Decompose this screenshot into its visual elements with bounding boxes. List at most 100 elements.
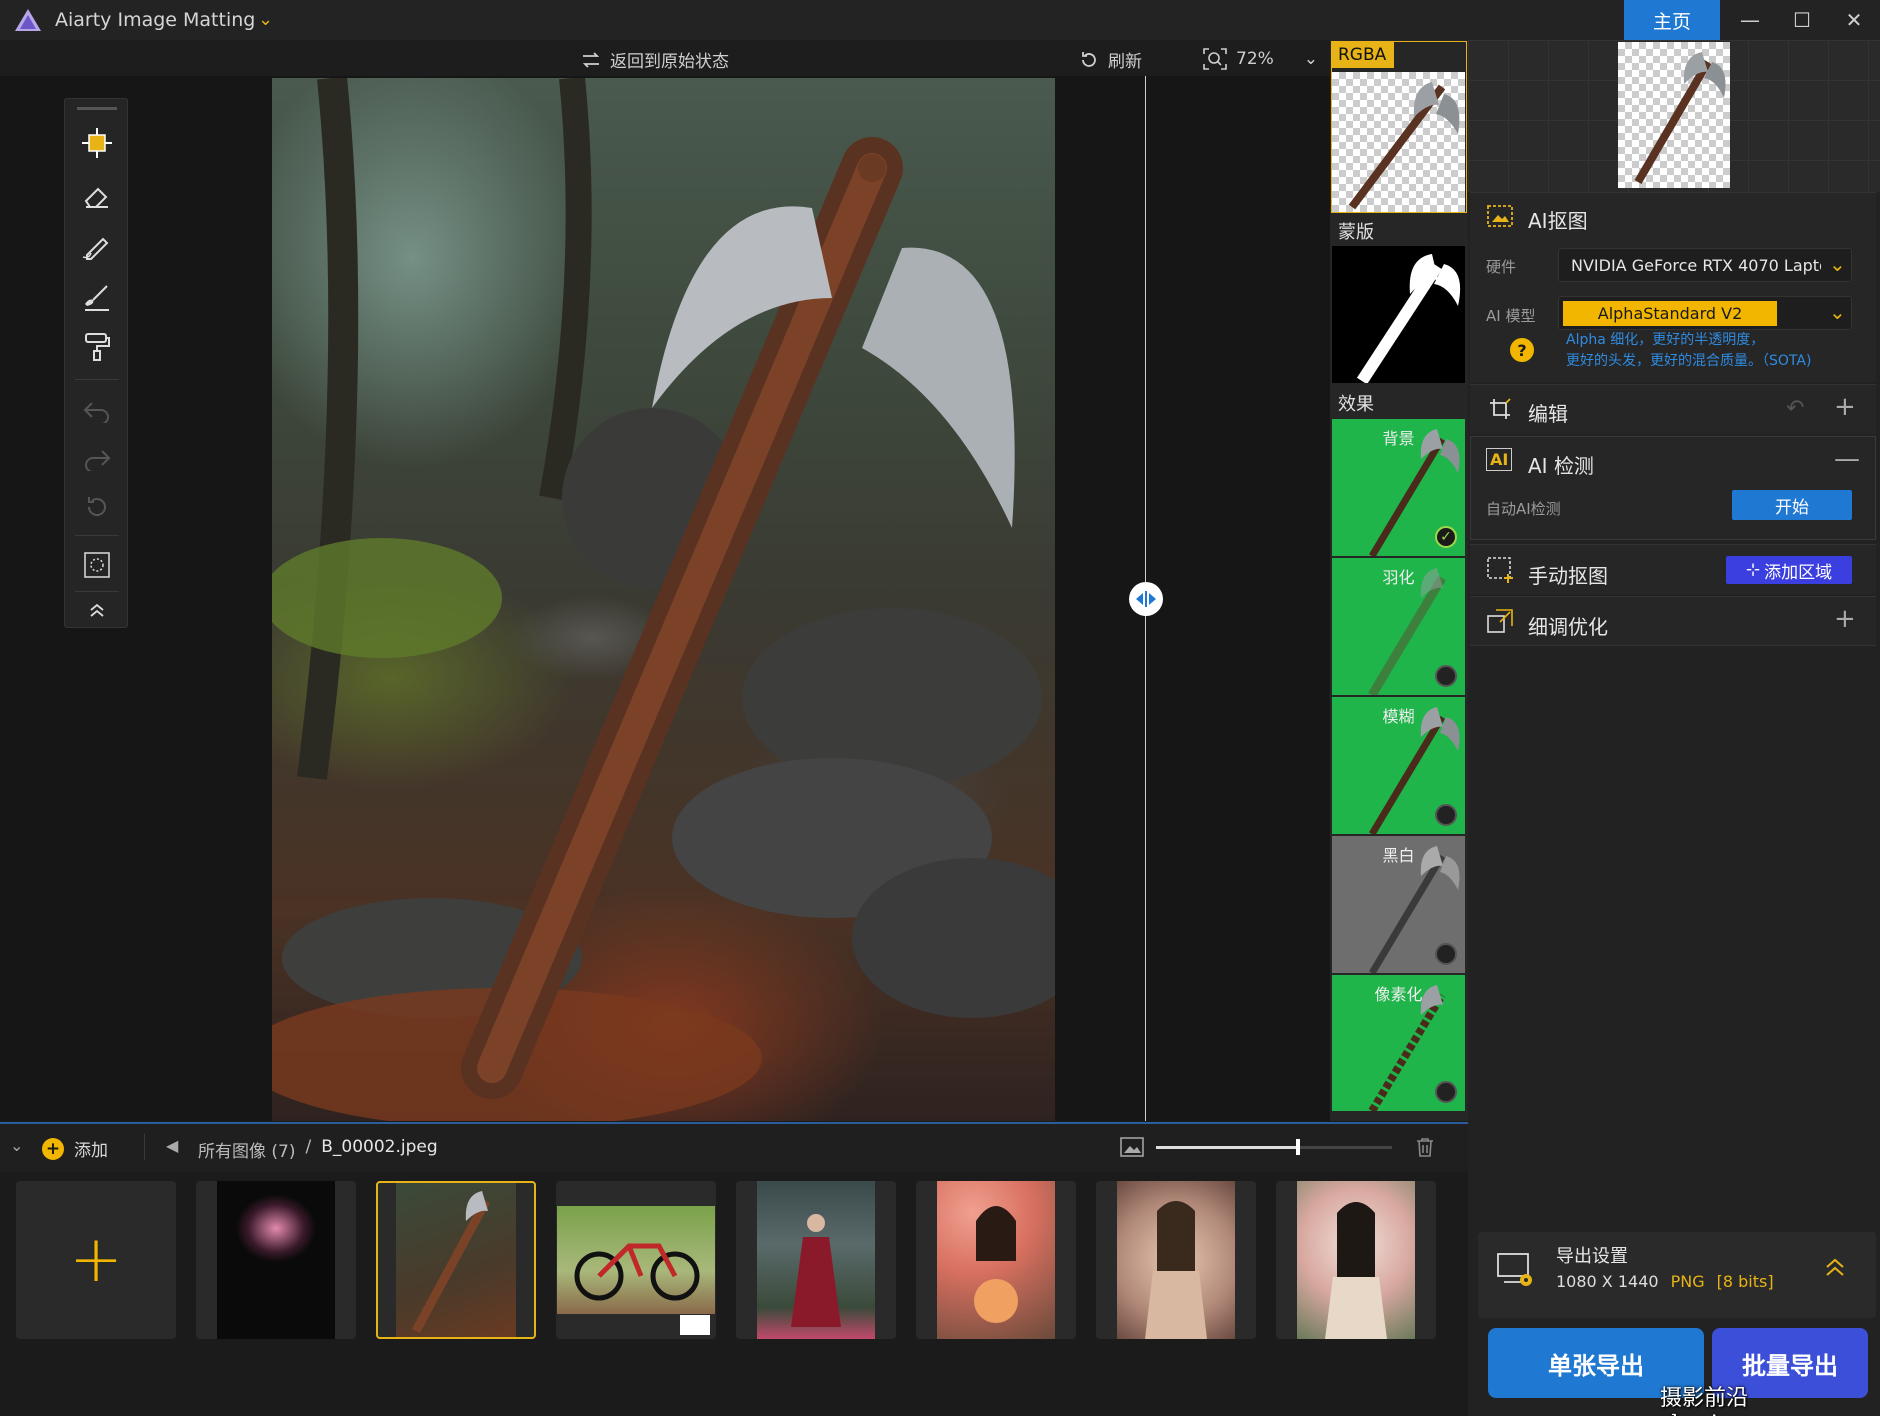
eraser-tool-icon[interactable]	[65, 175, 129, 219]
ai-matting-title: AI抠图	[1528, 209, 1588, 233]
expand-plus-icon[interactable]: +	[1834, 604, 1856, 634]
ai-detect-icon: AI	[1486, 448, 1513, 471]
thumbnail-size-icon	[1120, 1137, 1144, 1162]
close-icon[interactable]: ✕	[1830, 4, 1878, 36]
minimize-icon[interactable]: —	[1726, 4, 1774, 36]
effect-label: 模糊	[1382, 707, 1415, 726]
film-thumbnail-bicycle	[557, 1206, 715, 1314]
film-item[interactable]	[916, 1181, 1076, 1339]
effect-radio-icon[interactable]	[1435, 943, 1457, 965]
hardware-label: 硬件	[1486, 258, 1517, 276]
selection-tool-icon[interactable]	[65, 543, 129, 587]
result-preview-image[interactable]	[1618, 42, 1730, 188]
reset-tool-icon[interactable]	[65, 485, 129, 529]
film-item[interactable]	[736, 1181, 896, 1339]
export-size: 1080 X 1440	[1556, 1272, 1659, 1291]
breadcrumb: 所有图像 (7) / B_00002.jpeg	[198, 1137, 438, 1162]
model-desc-line: 更好的头发，更好的混合质量。（SOTA)	[1566, 353, 1812, 369]
app-logo-icon	[14, 8, 42, 32]
add-image-card[interactable]: +	[16, 1181, 176, 1339]
film-item-selected[interactable]	[376, 1181, 536, 1339]
zoom-value: 72%	[1236, 49, 1274, 69]
trash-icon[interactable]	[1414, 1136, 1436, 1163]
model-desc-line: Alpha 细化，更好的半透明度，	[1566, 332, 1765, 348]
move-tool-icon[interactable]	[65, 121, 129, 165]
hardware-select[interactable]: NVIDIA GeForce RTX 4070 Laptop ⌄	[1558, 248, 1852, 282]
expand-plus-icon[interactable]: +	[1834, 392, 1856, 422]
effect-radio-icon[interactable]	[1435, 665, 1457, 687]
ai-matting-icon	[1486, 204, 1514, 233]
collapse-palette-icon[interactable]	[65, 593, 129, 627]
reset-to-original-button[interactable]: 返回到原始状态	[580, 47, 729, 72]
film-thumbnail-woman-red-dress	[757, 1181, 875, 1339]
effect-tile-background[interactable]: 背景 ✓	[1332, 419, 1465, 556]
export-settings-icon	[1494, 1250, 1536, 1295]
pen-tool-icon[interactable]	[65, 225, 129, 269]
refresh-icon	[1082, 51, 1096, 67]
effect-tile-pixelate[interactable]: 像素化	[1332, 975, 1465, 1111]
effect-tile-grayscale[interactable]: 黑白	[1332, 836, 1465, 973]
swap-icon	[582, 51, 600, 68]
film-item[interactable]	[556, 1181, 716, 1339]
ai-detect-title: AI 检测	[1528, 454, 1594, 478]
collapse-filmstrip-icon[interactable]: ⌄	[10, 1136, 23, 1155]
breadcrumb-all-images[interactable]: 所有图像 (7)	[198, 1137, 295, 1162]
maximize-icon[interactable]: ☐	[1778, 4, 1826, 36]
watermark-text: 摄影前沿 sheyingzyz.com	[1660, 1386, 1835, 1416]
film-item[interactable]	[196, 1181, 356, 1339]
palette-divider	[75, 535, 119, 536]
axe-image-drawing	[272, 78, 1055, 1121]
undo-icon[interactable]	[65, 389, 129, 433]
effect-radio-icon[interactable]	[1435, 804, 1457, 826]
film-thumbnail-woman-peonies	[1297, 1181, 1415, 1339]
film-item[interactable]	[1276, 1181, 1436, 1339]
chevron-down-icon: ⌄	[1829, 252, 1846, 276]
zoom-chevron-icon[interactable]: ⌄	[1304, 49, 1318, 69]
export-expand-icon[interactable]	[1824, 1256, 1846, 1283]
add-label: 添加	[74, 1141, 108, 1161]
palette-grip[interactable]	[77, 107, 117, 110]
rgba-thumbnail[interactable]	[1332, 72, 1465, 212]
film-item[interactable]	[1096, 1181, 1256, 1339]
refresh-button[interactable]: 刷新	[1078, 47, 1142, 72]
model-select[interactable]: AlphaStandard V2 ⌄	[1558, 296, 1852, 330]
help-icon[interactable]: ?	[1510, 338, 1534, 362]
effect-tile-blur[interactable]: 模糊	[1332, 697, 1465, 834]
zoom-control[interactable]: 72% ⌄	[1202, 47, 1318, 71]
canvas-image[interactable]	[272, 78, 1055, 1121]
chevron-down-icon: ⌄	[1829, 300, 1846, 324]
effect-check-icon[interactable]: ✓	[1435, 526, 1457, 548]
breadcrumb-current-file: B_00002.jpeg	[321, 1137, 438, 1157]
home-button[interactable]: 主页	[1624, 0, 1720, 40]
title-bar	[0, 0, 1880, 40]
tool-palette	[64, 98, 128, 628]
reset-label: 返回到原始状态	[610, 52, 729, 72]
add-region-label: 添加区域	[1764, 562, 1833, 583]
compare-handle-icon[interactable]	[1129, 582, 1163, 616]
roller-tool-icon[interactable]	[65, 325, 129, 369]
start-detect-button[interactable]: 开始	[1732, 490, 1852, 520]
mask-thumbnail[interactable]	[1332, 246, 1465, 383]
hardware-value: NVIDIA GeForce RTX 4070 Laptop	[1571, 255, 1821, 275]
film-thumbnail-woman-flowers	[937, 1181, 1055, 1339]
palette-divider	[75, 379, 119, 380]
thumbnail-size-slider-handle[interactable]	[1295, 1139, 1300, 1155]
app-title: Aiarty Image Matting	[55, 9, 256, 31]
plus-icon: +	[69, 1223, 123, 1297]
add-image-button[interactable]: + 添加	[42, 1136, 108, 1161]
effect-tile-feather[interactable]: 羽化	[1332, 558, 1465, 695]
collapse-minus-icon[interactable]: —	[1834, 444, 1860, 474]
model-value: AlphaStandard V2	[1563, 300, 1777, 326]
file-bar-divider	[144, 1134, 145, 1160]
effect-radio-icon[interactable]	[1435, 1081, 1457, 1103]
app-menu-chevron-icon[interactable]: ⌄	[258, 9, 273, 30]
thumbnail-size-slider[interactable]	[1156, 1139, 1392, 1155]
redo-icon[interactable]	[65, 437, 129, 481]
manual-matting-title: 手动抠图	[1528, 564, 1608, 588]
add-region-button[interactable]: ⊹ 添加区域	[1726, 556, 1852, 584]
back-arrow-icon[interactable]: ◀	[166, 1136, 178, 1155]
edit-undo-icon[interactable]: ↶	[1786, 396, 1804, 421]
brush-tool-icon[interactable]	[65, 275, 129, 319]
file-badge-icon	[680, 1315, 710, 1335]
refine-icon	[1486, 608, 1514, 639]
